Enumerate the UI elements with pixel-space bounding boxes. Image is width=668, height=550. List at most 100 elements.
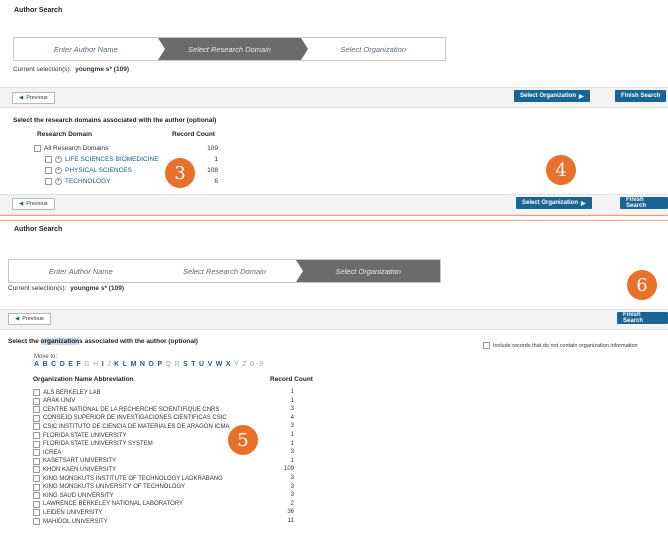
author-search-panel-domain: Author Search Enter Author Name Select R…: [0, 0, 668, 216]
previous-button[interactable]: ◀ Previous: [12, 198, 55, 210]
alphabet-link-g[interactable]: G: [84, 361, 91, 368]
record-count: 3: [290, 449, 294, 456]
checkbox[interactable]: [33, 518, 40, 525]
checkbox[interactable]: [34, 145, 41, 152]
checkbox[interactable]: [33, 492, 40, 500]
previous-button[interactable]: ◀ Previous: [8, 313, 51, 325]
panel-title: Author Search: [14, 226, 63, 233]
checkbox[interactable]: [45, 167, 52, 174]
column-header-organization: Organization Name Abbreviation: [33, 376, 134, 383]
alphabet-link-j[interactable]: J: [107, 361, 112, 368]
select-organization-button[interactable]: Select Organization ▶: [514, 90, 590, 102]
checkbox[interactable]: [33, 475, 40, 482]
checkbox[interactable]: [45, 178, 52, 185]
step-select-research-domain[interactable]: Select Research Domain: [157, 38, 309, 60]
finish-search-button[interactable]: Finish Search: [615, 90, 667, 102]
checkbox[interactable]: [33, 432, 40, 439]
step-select-organization[interactable]: Select Organization: [296, 260, 441, 282]
alphabet-link-0-9[interactable]: 0-9: [250, 361, 265, 368]
expand-icon[interactable]: +: [55, 167, 62, 174]
organization-row[interactable]: ALS BERKELEY LAB: [33, 389, 101, 396]
alphabet-link-k[interactable]: K: [114, 361, 121, 368]
alphabet-link-f[interactable]: F: [76, 361, 82, 368]
organization-row[interactable]: KING MONGKUTS INSTITUTE OF TECHNOLOGY LA…: [33, 475, 223, 482]
alphabet-link-e[interactable]: E: [68, 361, 74, 368]
arrow-right-icon: ▶: [579, 93, 584, 100]
alphabet-link-s[interactable]: S: [183, 361, 189, 368]
organization-row[interactable]: ICREA: [33, 449, 61, 457]
alphabet-link-o[interactable]: O: [148, 361, 155, 368]
alphabet-link-n[interactable]: N: [140, 361, 147, 368]
expand-icon[interactable]: +: [55, 156, 62, 163]
organization-name: KHON KAEN UNIVERSITY: [43, 466, 117, 473]
checkbox[interactable]: [33, 500, 40, 508]
organization-row[interactable]: FLORIDA STATE UNIVERSITY SYSTEM: [33, 440, 153, 448]
organization-name: KASETSART UNIVERSITY: [43, 458, 117, 465]
step-enter-author-name[interactable]: Enter Author Name: [9, 260, 160, 282]
alphabet-link-b[interactable]: B: [43, 361, 50, 368]
domain-row[interactable]: + LIFE SCIENCES BIOMEDICINE: [45, 156, 159, 163]
alphabet-link-a[interactable]: A: [34, 361, 41, 368]
finish-search-button[interactable]: Finish Search: [617, 312, 668, 324]
alphabet-link-m[interactable]: M: [131, 361, 138, 368]
organization-row[interactable]: LAWRENCE BERKELEY NATIONAL LABORATORY: [33, 500, 183, 508]
alphabet-link-h[interactable]: H: [93, 361, 100, 368]
organization-row[interactable]: MAHIDOL UNIVERSITY: [33, 518, 108, 525]
organization-row[interactable]: ARAK UNIV: [33, 397, 75, 405]
alphabet-link-x[interactable]: X: [226, 361, 232, 368]
organization-row[interactable]: KHON KAEN UNIVERSITY: [33, 466, 117, 474]
alphabet-link-v[interactable]: V: [208, 361, 214, 368]
step-enter-author-name[interactable]: Enter Author Name: [14, 38, 165, 60]
organization-row[interactable]: CSIC INSTITUTO DE CIENCIA DE MATERIALES …: [33, 423, 229, 431]
organization-row[interactable]: LEIDEN UNIVERSITY: [33, 509, 102, 517]
checkbox[interactable]: [33, 449, 40, 457]
organization-row[interactable]: KASETSART UNIVERSITY: [33, 457, 117, 465]
checkbox[interactable]: [33, 457, 40, 465]
expand-icon[interactable]: +: [55, 178, 62, 185]
panel-title: Author Search: [14, 7, 63, 14]
checkbox[interactable]: [33, 397, 40, 405]
organization-name: FLORIDA STATE UNIVERSITY SYSTEM: [43, 441, 153, 448]
domain-row[interactable]: + TECHNOLOGY: [45, 178, 111, 185]
organization-row[interactable]: FLORIDA STATE UNIVERSITY: [33, 432, 126, 439]
checkbox[interactable]: [33, 389, 40, 396]
column-header-record-count: Record Count: [172, 131, 215, 138]
checkbox[interactable]: [33, 466, 40, 474]
checkbox[interactable]: [33, 440, 40, 448]
alphabet-link-u[interactable]: U: [199, 361, 206, 368]
organization-row[interactable]: KING MONGKUTS UNIVERSITY OF TECHNOLOGY: [33, 483, 185, 491]
alphabet-link-z[interactable]: Z: [242, 361, 248, 368]
alphabet-link-w[interactable]: W: [216, 361, 224, 368]
checkbox[interactable]: [33, 406, 40, 414]
include-no-org-option[interactable]: Include records that do not contain orga…: [483, 342, 638, 349]
arrow-left-icon: ◀: [19, 201, 24, 207]
previous-button[interactable]: ◀ Previous: [12, 92, 55, 104]
column-header-record-count: Record Count: [270, 376, 313, 383]
checkbox[interactable]: [33, 414, 40, 422]
alphabet-link-c[interactable]: C: [51, 361, 58, 368]
organization-row[interactable]: CONSEJO SUPERIOR DE INVESTIGACIONES CIEN…: [33, 414, 227, 422]
step-select-research-domain[interactable]: Select Research Domain: [153, 260, 304, 282]
checkbox[interactable]: [45, 156, 52, 163]
organization-row[interactable]: CENTRE NATIONAL DE LA RECHERCHE SCIENTIF…: [33, 406, 219, 414]
domain-row[interactable]: + PHYSICAL SCIENCES: [45, 167, 132, 174]
alphabet-link-p[interactable]: P: [157, 361, 163, 368]
alphabet-link-t[interactable]: T: [191, 361, 197, 368]
checkbox[interactable]: [33, 483, 40, 491]
alphabet-link-y[interactable]: Y: [234, 361, 240, 368]
alphabet-link-i[interactable]: I: [102, 361, 105, 368]
select-organization-button[interactable]: Select Organization ▶: [516, 197, 592, 209]
alphabet-link-d[interactable]: D: [60, 361, 67, 368]
alphabet-link-r[interactable]: R: [175, 361, 182, 368]
domain-row-all[interactable]: All Research Domains: [34, 145, 108, 152]
organization-row[interactable]: KING SAUD UNIVERSITY: [33, 492, 114, 500]
alphabet-link-q[interactable]: Q: [166, 361, 173, 368]
checkbox[interactable]: [483, 342, 490, 349]
alphabet-link-l[interactable]: L: [123, 361, 129, 368]
column-header-research-domain: Research Domain: [37, 131, 92, 138]
checkbox[interactable]: [33, 423, 40, 431]
checkbox[interactable]: [33, 509, 40, 517]
step-badge-4: 4: [546, 155, 576, 185]
step-select-organization[interactable]: Select Organization: [301, 38, 445, 60]
finish-search-button[interactable]: Finish Search: [620, 197, 668, 209]
